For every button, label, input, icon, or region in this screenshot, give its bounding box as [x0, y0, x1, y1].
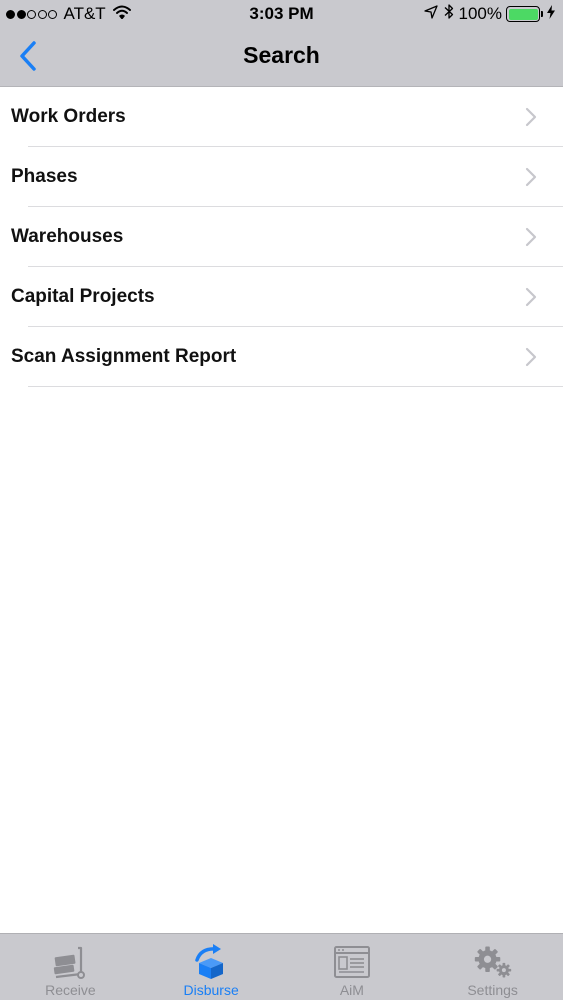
- page-title: Search: [243, 42, 320, 68]
- chevron-right-icon: [525, 347, 537, 367]
- list-item-label: Phases: [11, 166, 78, 187]
- status-right: 100%: [418, 4, 555, 24]
- top-bar: AT&T 3:03 PM 100% Search: [0, 0, 563, 87]
- tab-label: Receive: [45, 982, 96, 998]
- gears-icon: [473, 942, 513, 982]
- tab-aim[interactable]: AiM: [282, 934, 423, 1000]
- list-item-label: Warehouses: [11, 226, 124, 247]
- browser-window-icon: [332, 942, 372, 982]
- bluetooth-icon: [444, 3, 454, 25]
- hand-truck-icon: [50, 942, 90, 982]
- chevron-right-icon: [525, 227, 537, 247]
- battery-percent: 100%: [458, 4, 502, 23]
- search-category-list: Work Orders Phases Warehouses Capital Pr…: [0, 87, 563, 387]
- tab-label: Settings: [467, 982, 518, 998]
- list-item-scan-assignment-report[interactable]: Scan Assignment Report: [0, 327, 563, 387]
- list-item-label: Scan Assignment Report: [11, 346, 237, 367]
- location-arrow-icon: [423, 4, 438, 24]
- status-bar: AT&T 3:03 PM 100%: [0, 0, 563, 30]
- navigation-bar: Search: [0, 30, 563, 86]
- list-item-capital-projects[interactable]: Capital Projects: [0, 267, 563, 327]
- chevron-right-icon: [525, 287, 537, 307]
- tab-label: AiM: [339, 982, 364, 998]
- chevron-right-icon: [525, 107, 537, 127]
- battery-icon: [506, 6, 543, 22]
- list-item-label: Capital Projects: [11, 286, 155, 307]
- tab-disburse[interactable]: Disburse: [141, 934, 282, 1000]
- list-item-warehouses[interactable]: Warehouses: [0, 207, 563, 267]
- chevron-right-icon: [525, 167, 537, 187]
- charging-bolt-icon: [547, 4, 555, 24]
- list-item-label: Work Orders: [11, 106, 126, 127]
- list-item-work-orders[interactable]: Work Orders: [0, 87, 563, 147]
- box-share-icon: [191, 942, 231, 982]
- tab-label: Disburse: [183, 982, 239, 998]
- tab-receive[interactable]: Receive: [0, 934, 141, 1000]
- tab-settings[interactable]: Settings: [422, 934, 563, 1000]
- tab-bar: Receive Disburse AiM Settings: [0, 933, 563, 1000]
- list-item-phases[interactable]: Phases: [0, 147, 563, 207]
